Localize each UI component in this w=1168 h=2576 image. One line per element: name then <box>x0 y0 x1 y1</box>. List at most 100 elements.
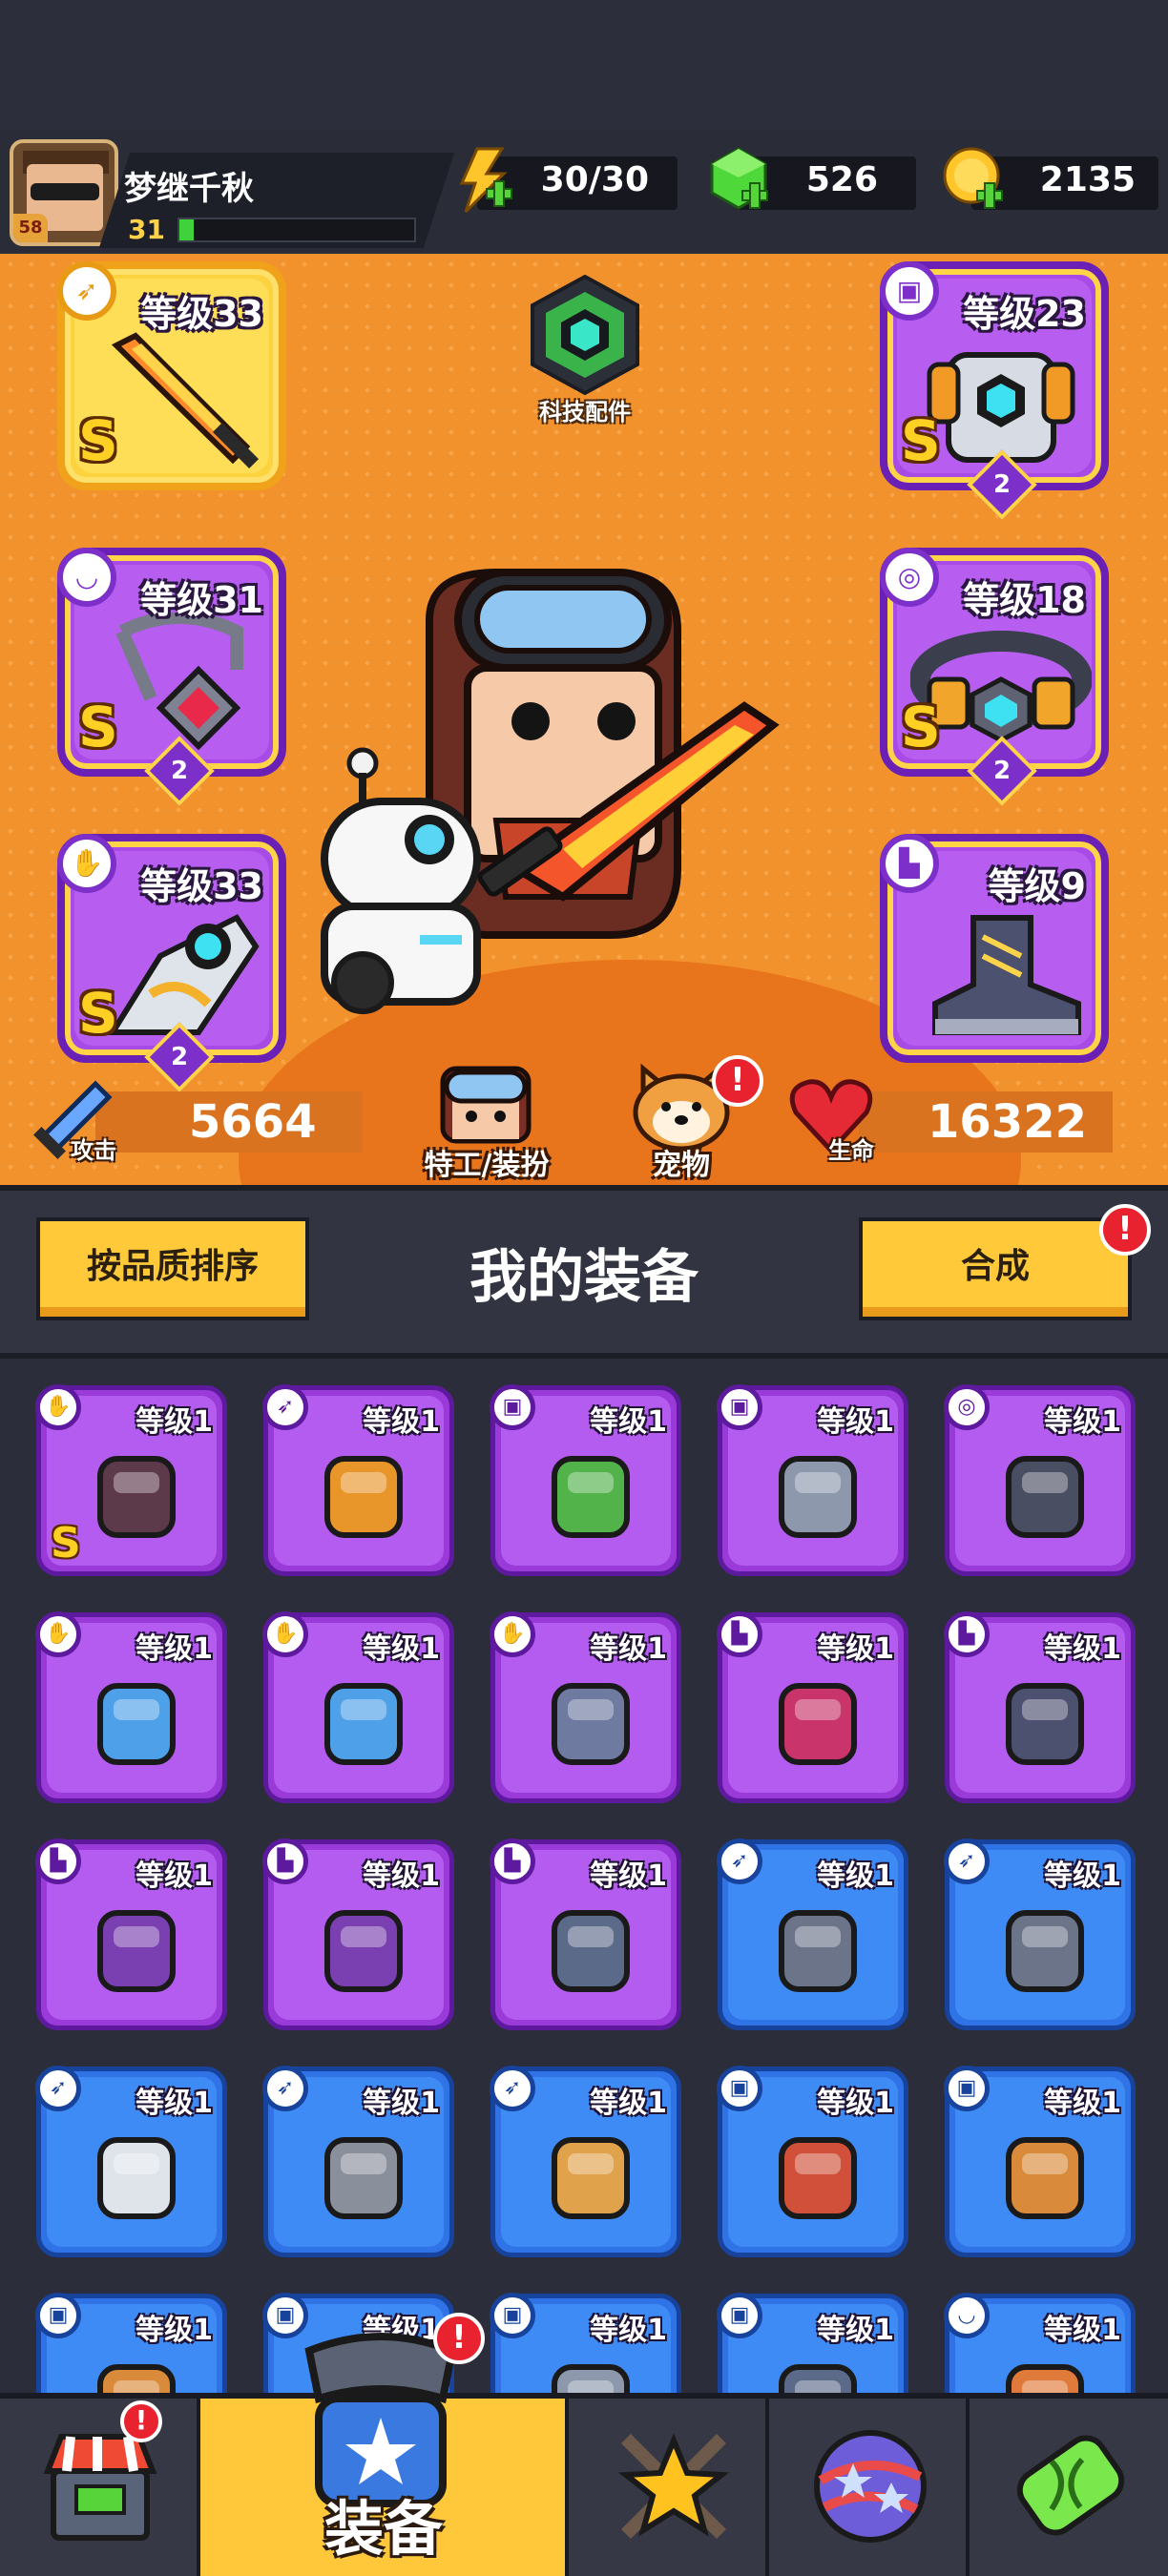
equip-slot-belt[interactable]: ◎ 等级18 S 2 <box>880 548 1109 806</box>
belt-icon <box>1006 1456 1084 1538</box>
avatar-level-badge: 58 <box>13 214 48 242</box>
glove-type-icon: ✋ <box>57 834 116 893</box>
item-level: 等级1 <box>363 1632 440 1666</box>
item-type-icon: ➶ <box>262 2066 308 2111</box>
item-level: 等级1 <box>817 1632 894 1666</box>
battle-star-icon <box>617 2433 730 2539</box>
tech-boot-icon <box>552 1910 630 1992</box>
equip-tab-label: 装备 <box>323 2494 443 2564</box>
inventory-item-card[interactable]: ▙ 等级1 <box>490 1839 681 2030</box>
lightning-icon[interactable] <box>448 145 517 214</box>
item-level: 等级1 <box>1044 2087 1121 2120</box>
torch-icon <box>324 1456 403 1538</box>
inventory-item-card[interactable]: ▙ 等级1 <box>717 1611 908 1803</box>
steel-armor-icon <box>779 1456 857 1538</box>
inventory-item-card[interactable]: ✋ 等级1 <box>35 1611 227 1803</box>
item-level: 等级1 <box>136 2314 213 2347</box>
item-type-icon: ▙ <box>717 1611 762 1657</box>
inventory-item-card[interactable]: ▙ 等级1 <box>35 1839 227 2030</box>
revolver-icon <box>324 2137 403 2219</box>
inventory-item-card[interactable]: ✋ 等级1 <box>262 1611 454 1803</box>
inventory-item-card[interactable]: ✋ 等级1 <box>490 1611 681 1803</box>
fur-glove-icon <box>324 1683 403 1765</box>
energy-value: 30/30 <box>540 160 649 199</box>
inventory-item-card[interactable]: ▙ 等级1 <box>944 1611 1136 1803</box>
item-type-icon: ✋ <box>262 1611 308 1657</box>
sword-icon <box>111 332 260 469</box>
inventory-item-card[interactable]: ◎ 等级1 <box>944 1384 1136 1576</box>
item-level: 等级1 <box>136 2087 213 2120</box>
necklace-type-icon: ◡ <box>57 548 116 607</box>
inventory-item-card[interactable]: ▣ 等级1 <box>490 1384 681 1576</box>
item-level: 等级1 <box>136 1859 213 1893</box>
player-level: 31 <box>128 214 165 245</box>
sneaker-icon <box>324 1910 403 1992</box>
inventory-item-card[interactable]: ➶ 等级1 <box>35 2066 227 2257</box>
gem-icon[interactable] <box>704 145 773 214</box>
inventory-item-card[interactable]: ▣ 等级1 <box>35 2293 227 2393</box>
agent-costume-button[interactable]: 特工/装扮 <box>407 1141 567 1183</box>
item-level: 等级1 <box>590 1632 667 1666</box>
tech-parts-label[interactable]: 科技配件 <box>515 393 655 426</box>
inventory-item-card[interactable]: ▣ 等级1 <box>717 2293 908 2393</box>
xp-bar <box>177 218 416 242</box>
item-level: 等级1 <box>590 1405 667 1439</box>
item-type-icon: ▣ <box>490 2293 535 2338</box>
fur-glove-icon <box>97 1683 176 1765</box>
merge-button[interactable]: 合成 <box>859 1217 1132 1320</box>
inventory-item-card[interactable]: ➶ 等级1 <box>262 1384 454 1576</box>
inventory-item-card[interactable]: ▣ 等级1 <box>717 2066 908 2257</box>
item-type-icon: ✋ <box>490 1611 535 1657</box>
agent-avatar-icon[interactable] <box>433 1059 538 1145</box>
coin-icon[interactable] <box>939 145 1008 214</box>
player-name: 梦继千秋 <box>124 170 254 208</box>
inventory-item-card[interactable]: ▣ 等级1 <box>717 1384 908 1576</box>
inventory-item-card[interactable]: ✋ 等级1 S <box>35 1384 227 1576</box>
player-avatar[interactable]: 58 <box>10 139 118 246</box>
attack-label: 攻击 <box>71 1137 116 1164</box>
kunai-icon <box>1006 1910 1084 1992</box>
item-type-icon: ➶ <box>262 1384 308 1430</box>
sneaker-icon <box>97 1910 176 1992</box>
inventory-item-card[interactable]: ▣ 等级1 <box>490 2293 681 2393</box>
item-level: 等级1 <box>136 1405 213 1439</box>
pet-button[interactable]: 宠物 <box>634 1141 729 1183</box>
equip-slot-boots[interactable]: ▙ 等级9 <box>880 834 1109 1063</box>
steel-armor-icon <box>552 2364 630 2393</box>
equip-slot-gloves[interactable]: ✋ 等级33 S 2 <box>57 834 286 1092</box>
item-type-icon: ➶ <box>944 1839 990 1884</box>
item-level: 等级1 <box>590 2314 667 2347</box>
inventory-item-card[interactable]: ➶ 等级1 <box>262 2066 454 2257</box>
item-level: 等级1 <box>1044 1859 1121 1893</box>
item-type-icon: ▣ <box>717 2066 762 2111</box>
status-bar-area <box>0 0 1168 134</box>
item-level: 等级1 <box>363 1405 440 1439</box>
boot-type-icon: ▙ <box>880 834 939 893</box>
item-type-icon: ▣ <box>717 2293 762 2338</box>
vest-icon <box>779 2364 857 2393</box>
equip-slot-armor[interactable]: ▣ 等级23 S 2 <box>880 261 1109 520</box>
inventory-item-card[interactable]: ▣ 等级1 <box>944 2066 1136 2257</box>
merge-alert-badge: ! <box>1099 1204 1151 1256</box>
inventory-item-card[interactable]: ➶ 等级1 <box>490 2066 681 2257</box>
item-level: 等级1 <box>136 1632 213 1666</box>
inventory-item-card[interactable]: ➶ 等级1 <box>717 1839 908 2030</box>
inventory-item-card[interactable]: ◡ 等级1 <box>944 2293 1136 2393</box>
inventory-item-card[interactable]: ▙ 等级1 <box>262 1839 454 2030</box>
item-type-icon: ◡ <box>944 2293 990 2338</box>
item-level: 等级1 <box>590 2087 667 2120</box>
flame-sword <box>477 701 780 902</box>
planet-icon <box>814 2430 927 2543</box>
sort-by-quality-button[interactable]: 按品质排序 <box>36 1217 309 1320</box>
inventory-item-card[interactable]: ➶ 等级1 <box>944 1839 1136 2030</box>
boots-icon <box>1006 1683 1084 1765</box>
equip-slot-necklace[interactable]: ◡ 等级31 S 2 <box>57 548 286 806</box>
jacket-icon <box>97 2364 176 2393</box>
equip-slot-weapon[interactable]: ➶ 等级33 S <box>57 261 286 490</box>
item-level: 等级1 <box>363 1859 440 1893</box>
rarity-s-badge: S <box>78 695 118 759</box>
item-level: 等级1 <box>817 1405 894 1439</box>
slot-level: 等级9 <box>988 865 1086 907</box>
inventory-title: 我的装备 <box>469 1244 699 1311</box>
tech-hex-icon[interactable] <box>523 273 647 397</box>
